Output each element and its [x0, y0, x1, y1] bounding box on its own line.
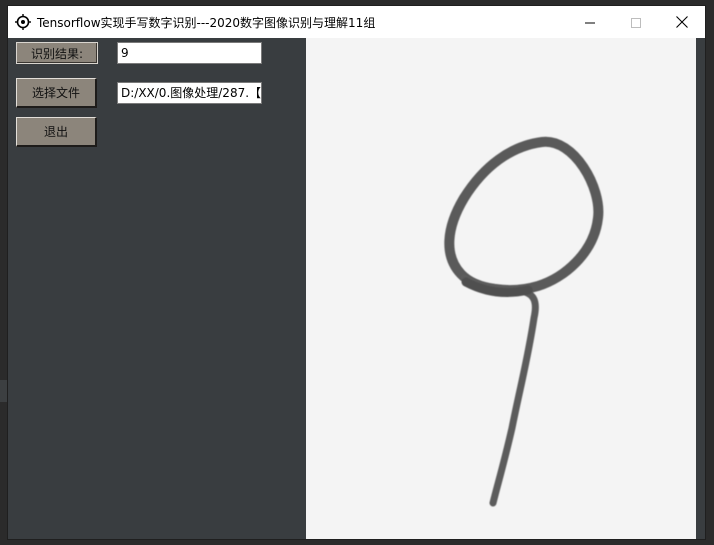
close-icon	[676, 13, 688, 32]
exit-button[interactable]: 退出	[16, 117, 97, 147]
window-controls	[567, 6, 705, 38]
minimize-button[interactable]	[567, 6, 613, 38]
background-ide-strip	[0, 380, 7, 402]
title-bar: Tensorflow实现手写数字识别---2020数字图像识别与理解11组	[8, 6, 705, 38]
minimize-icon	[585, 13, 595, 32]
close-button[interactable]	[659, 6, 705, 38]
choose-file-button[interactable]: 选择文件	[16, 78, 97, 108]
right-gutter	[696, 38, 705, 539]
digit-image-canvas	[306, 38, 696, 539]
handwritten-digit-image	[444, 136, 604, 507]
control-panel: 识别结果: 9 选择文件 D:/XX/0.图像处理/287.【C 退出	[8, 38, 306, 539]
app-window: Tensorflow实现手写数字识别---2020数字图像识别与理解11组 识别…	[7, 5, 706, 540]
maximize-icon	[631, 13, 641, 32]
result-field[interactable]: 9	[117, 42, 262, 64]
window-title: Tensorflow实现手写数字识别---2020数字图像识别与理解11组	[37, 15, 376, 30]
file-path-field[interactable]: D:/XX/0.图像处理/287.【C	[117, 82, 262, 104]
maximize-button[interactable]	[613, 6, 659, 38]
result-label: 识别结果:	[16, 42, 98, 64]
target-icon	[15, 14, 31, 30]
